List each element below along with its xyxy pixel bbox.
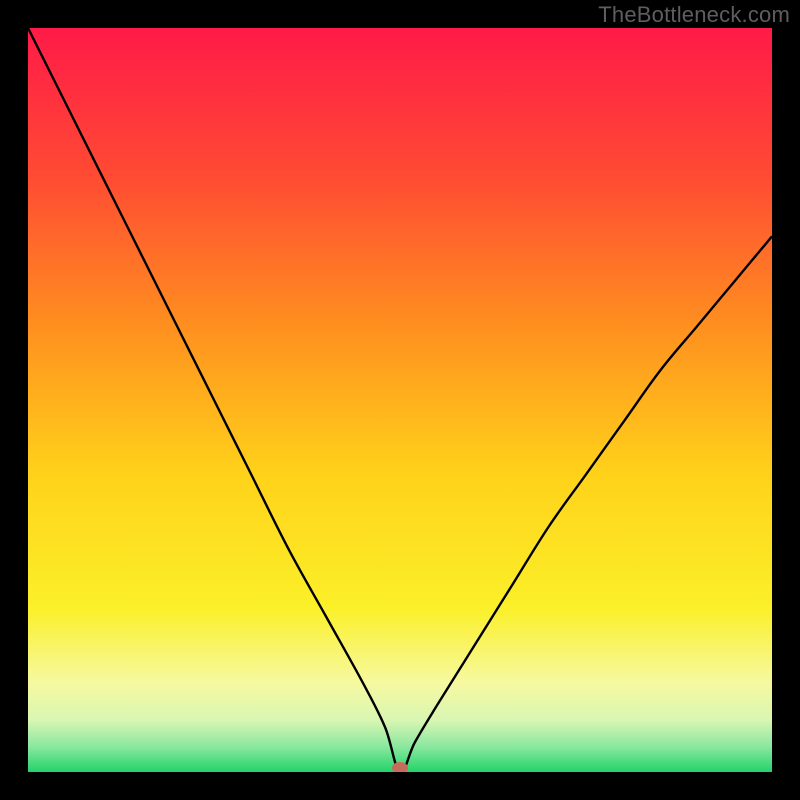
plot-area — [28, 28, 772, 772]
gradient-background — [28, 28, 772, 772]
bottleneck-chart — [28, 28, 772, 772]
chart-frame: TheBottleneck.com — [0, 0, 800, 800]
watermark-text: TheBottleneck.com — [598, 2, 790, 28]
